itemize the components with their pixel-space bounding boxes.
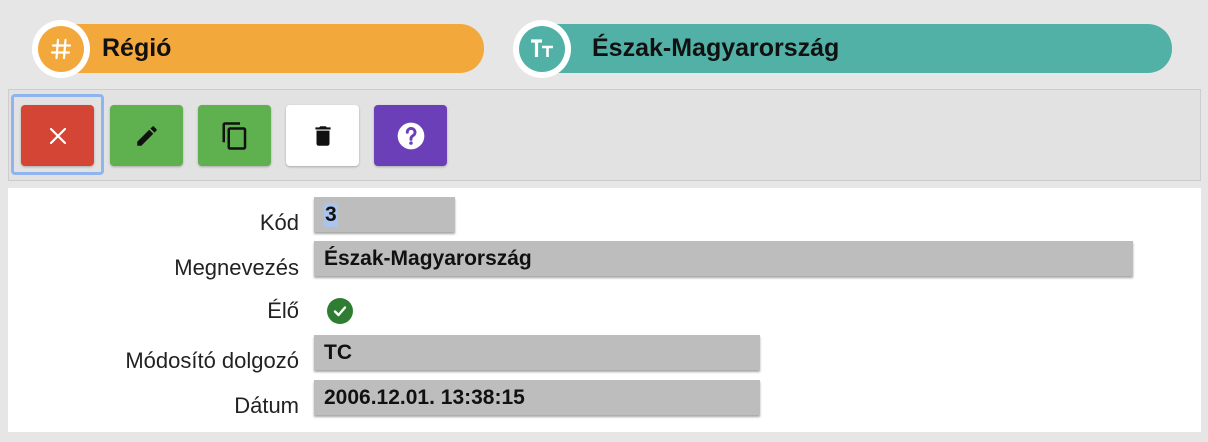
megnevezes-label: Megnevezés (174, 255, 299, 280)
category-icon-badge (32, 20, 90, 78)
trash-icon (314, 125, 331, 146)
check-circle-icon[interactable] (327, 298, 353, 324)
help-icon (397, 122, 424, 149)
close-icon (49, 127, 66, 144)
pencil-icon (136, 125, 157, 146)
megnevezes-field[interactable]: Észak-Magyarország (314, 241, 1133, 276)
kod-value: 3 (324, 202, 338, 227)
kod-label: Kód (259, 210, 299, 235)
datum-value: 2006.12.01. 13:38:15 (324, 385, 525, 409)
edit-button[interactable] (110, 105, 183, 166)
megnevezes-value: Észak-Magyarország (324, 246, 532, 270)
close-button[interactable] (21, 105, 94, 166)
datum-field[interactable]: 2006.12.01. 13:38:15 (314, 380, 760, 415)
delete-button[interactable] (286, 105, 359, 166)
elo-label: Élő (267, 298, 299, 323)
modosito-value: TC (324, 340, 352, 364)
copy-icon (222, 121, 246, 150)
toolbar (8, 89, 1201, 181)
hash-icon (38, 26, 84, 72)
form-panel: Kód 3 Megnevezés Észak-Magyarország Élő … (8, 188, 1201, 432)
record-icon-badge (513, 20, 571, 78)
help-button[interactable] (374, 105, 447, 166)
category-pill: Régió (56, 24, 484, 73)
text-type-icon (519, 26, 565, 72)
kod-field[interactable]: 3 (314, 197, 455, 232)
record-title: Észak-Magyarország (592, 34, 840, 62)
copy-button[interactable] (198, 105, 271, 166)
modosito-label: Módosító dolgozó (125, 348, 299, 373)
record-pill: Észak-Magyarország (538, 24, 1172, 73)
datum-label: Dátum (234, 393, 299, 418)
modosito-field[interactable]: TC (314, 335, 760, 370)
